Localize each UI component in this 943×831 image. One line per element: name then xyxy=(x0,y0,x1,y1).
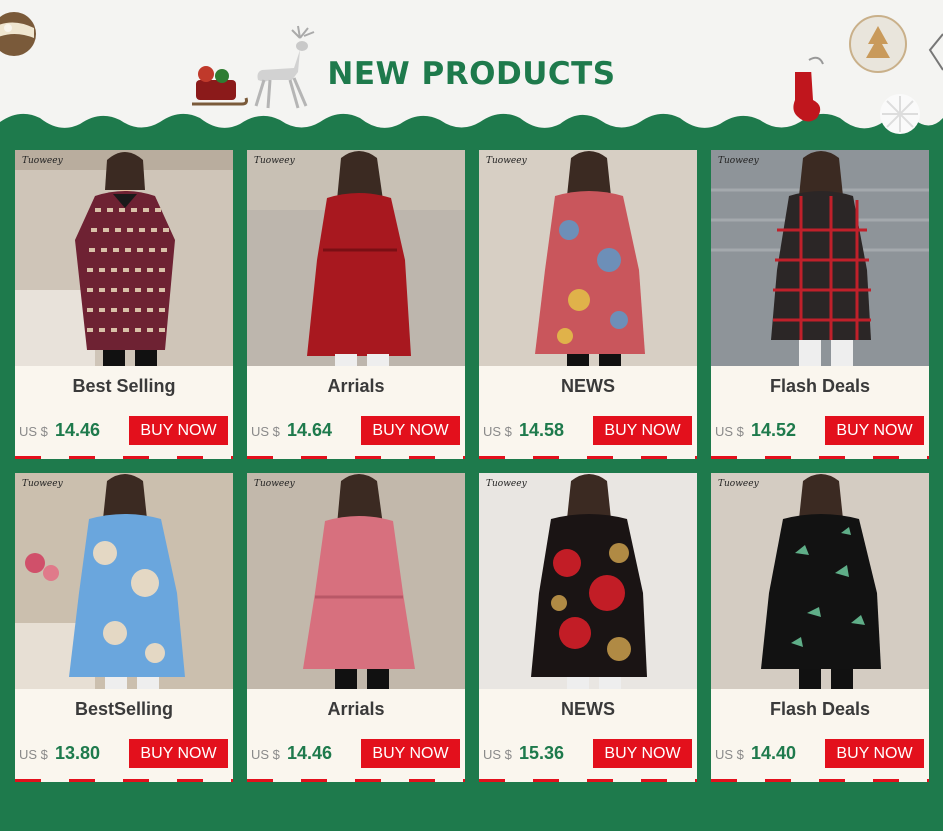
product-title[interactable]: Flash Deals xyxy=(711,699,929,720)
buy-now-button[interactable]: BUY NOW xyxy=(593,416,692,445)
snowball-icon xyxy=(880,94,920,134)
price-value: 14.40 xyxy=(751,743,797,763)
buy-now-button[interactable]: BUY NOW xyxy=(129,416,228,445)
price-row: US $ 15.36 BUY NOW xyxy=(483,739,693,768)
buy-now-button[interactable]: BUY NOW xyxy=(825,416,924,445)
dashed-divider xyxy=(479,779,697,782)
product-image[interactable]: Tuoweey xyxy=(711,150,929,366)
dashed-divider xyxy=(711,456,929,459)
product-title[interactable]: NEWS xyxy=(479,699,697,720)
buy-now-button[interactable]: BUY NOW xyxy=(361,416,460,445)
product-card[interactable]: Tuoweey Flash Deals US $ 14.52 BUY NOW xyxy=(711,150,929,459)
product-image[interactable]: Tuoweey xyxy=(479,473,697,689)
price-value: 15.36 xyxy=(519,743,565,763)
ornament-tree-icon xyxy=(849,15,907,73)
price-value: 14.64 xyxy=(287,420,333,440)
currency-label: US $ xyxy=(251,424,280,439)
currency-label: US $ xyxy=(19,747,48,762)
brand-logo: Tuoweey xyxy=(718,156,759,166)
price-row: US $ 14.64 BUY NOW xyxy=(251,416,461,445)
price-row: US $ 14.58 BUY NOW xyxy=(483,416,693,445)
product-card[interactable]: Tuoweey Best Selling US $ 14.46 BUY NOW xyxy=(15,150,233,459)
price-value: 14.58 xyxy=(519,420,565,440)
price-row: US $ 13.80 BUY NOW xyxy=(19,739,229,768)
brand-logo: Tuoweey xyxy=(22,479,63,489)
currency-label: US $ xyxy=(19,424,48,439)
dashed-divider xyxy=(247,779,465,782)
dashed-divider xyxy=(15,779,233,782)
buy-now-button[interactable]: BUY NOW xyxy=(361,739,460,768)
product-image[interactable]: Tuoweey xyxy=(247,150,465,366)
currency-label: US $ xyxy=(483,747,512,762)
product-card[interactable]: Tuoweey Arrials US $ 14.46 BUY NOW xyxy=(247,473,465,782)
buy-now-button[interactable]: BUY NOW xyxy=(129,739,228,768)
brand-logo: Tuoweey xyxy=(22,156,63,166)
product-grid: Tuoweey Best Selling US $ 14.46 BUY NOW … xyxy=(15,150,929,782)
dashed-divider xyxy=(247,456,465,459)
brand-logo: Tuoweey xyxy=(254,156,295,166)
bell-icon xyxy=(928,33,943,71)
product-title[interactable]: Best Selling xyxy=(15,376,233,397)
price-value: 14.46 xyxy=(287,743,333,763)
brand-logo: Tuoweey xyxy=(486,479,527,489)
product-image[interactable]: Tuoweey xyxy=(479,150,697,366)
price-value: 13.80 xyxy=(55,743,101,763)
product-card[interactable]: Tuoweey Arrials US $ 14.64 BUY NOW xyxy=(247,150,465,459)
product-title[interactable]: Flash Deals xyxy=(711,376,929,397)
product-card[interactable]: Tuoweey BestSelling US $ 13.80 BUY NOW xyxy=(15,473,233,782)
product-card[interactable]: Tuoweey Flash Deals US $ 14.40 BUY NOW xyxy=(711,473,929,782)
currency-label: US $ xyxy=(715,424,744,439)
product-image[interactable]: Tuoweey xyxy=(15,150,233,366)
brand-logo: Tuoweey xyxy=(486,156,527,166)
product-card[interactable]: Tuoweey NEWS US $ 15.36 BUY NOW xyxy=(479,473,697,782)
dashed-divider xyxy=(15,456,233,459)
product-title[interactable]: BestSelling xyxy=(15,699,233,720)
brand-logo: Tuoweey xyxy=(254,479,295,489)
price-row: US $ 14.46 BUY NOW xyxy=(251,739,461,768)
product-image[interactable]: Tuoweey xyxy=(711,473,929,689)
price-value: 14.52 xyxy=(751,420,797,440)
price-row: US $ 14.52 BUY NOW xyxy=(715,416,925,445)
dashed-divider xyxy=(711,779,929,782)
currency-label: US $ xyxy=(715,747,744,762)
brand-logo: Tuoweey xyxy=(718,479,759,489)
price-row: US $ 14.46 BUY NOW xyxy=(19,416,229,445)
stocking-icon xyxy=(791,56,824,122)
buy-now-button[interactable]: BUY NOW xyxy=(593,739,692,768)
ornament-ball-icon xyxy=(0,12,36,56)
buy-now-button[interactable]: BUY NOW xyxy=(825,739,924,768)
header-banner: NEW PRODUCTS xyxy=(0,0,943,150)
price-row: US $ 14.40 BUY NOW xyxy=(715,739,925,768)
currency-label: US $ xyxy=(251,747,280,762)
product-title[interactable]: Arrials xyxy=(247,699,465,720)
price-value: 14.46 xyxy=(55,420,101,440)
product-title[interactable]: NEWS xyxy=(479,376,697,397)
product-image[interactable]: Tuoweey xyxy=(247,473,465,689)
product-image[interactable]: Tuoweey xyxy=(15,473,233,689)
product-title[interactable]: Arrials xyxy=(247,376,465,397)
currency-label: US $ xyxy=(483,424,512,439)
product-card[interactable]: Tuoweey NEWS US $ 14.58 BUY NOW xyxy=(479,150,697,459)
dashed-divider xyxy=(479,456,697,459)
